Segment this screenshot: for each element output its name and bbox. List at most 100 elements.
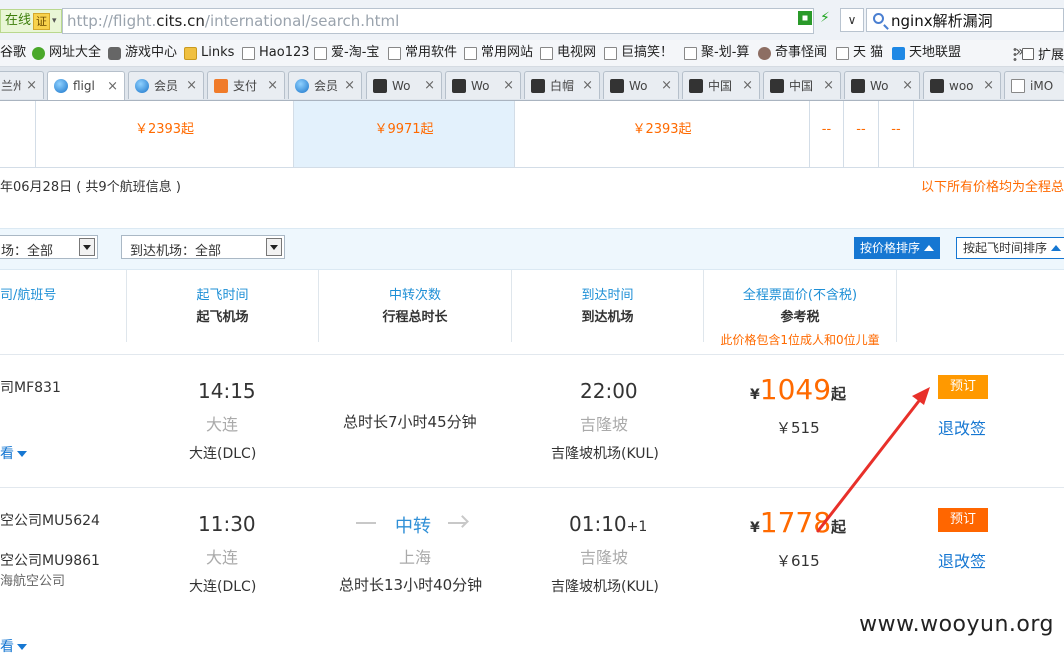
bookmark-item[interactable]: 常用软件 [388,44,457,62]
site-icon [32,46,45,60]
search-input[interactable]: nginx解析漏洞 [866,8,1064,32]
extensions-button[interactable]: 扩展 [1011,44,1064,63]
bookmark-item[interactable]: 常用网站 [464,44,533,62]
refund-change-link[interactable]: 退改签 [938,548,986,572]
close-icon[interactable]: × [424,78,435,93]
sort-by-price-button[interactable]: 按价格排序 [854,237,941,259]
tab[interactable]: 中国 × [682,71,760,99]
price-note: 以下所有价格均为全程总 [920,180,1064,195]
depart-city: 大连 [206,415,239,434]
price-cell[interactable]: -- [810,101,844,167]
page-icon [836,46,849,60]
close-icon[interactable]: × [107,79,118,94]
bookmark-item[interactable]: Links [184,44,234,62]
tab[interactable]: 兰州× [0,71,44,99]
folder-icon [184,46,197,60]
arrive-airport: 吉隆坡机场(KUL) [551,446,659,462]
tab[interactable]: Wo × [366,71,442,99]
bookmark-item[interactable]: 爱-淘-宝 [314,44,379,62]
price-cell[interactable]: -- [879,101,914,167]
price-cell[interactable]: ￥2393起 [515,101,810,167]
tab[interactable]: Wo × [445,71,521,99]
book-button[interactable]: 预订 [938,375,988,399]
page-icon [464,46,477,60]
bookmark-item[interactable]: 网址大全 [32,44,101,62]
bookmarks-bar: 谷歌 网址大全 游戏中心 Links Hao123 爱-淘-宝 常用软件 常用网… [0,40,1064,67]
tab[interactable]: 白帽 × [524,71,600,99]
url-dropdown-button[interactable]: ∨ [840,8,864,32]
bookmark-item[interactable]: Hao123 [242,44,310,62]
close-icon[interactable]: × [186,78,197,93]
bookmark-item[interactable]: 天 猫 [836,44,883,62]
price-cell-selected[interactable]: ￥9971起 [294,101,515,167]
wooyun-icon [930,78,944,93]
arrive-time: 22:00 [580,379,638,403]
transfer-city: 上海 [399,548,432,567]
url-action-icons: ⚡ [798,10,830,26]
trip-duration: 总时长13小时40分钟 [339,576,483,594]
bookmark-item[interactable]: 谷歌 [0,44,26,62]
close-icon[interactable]: × [823,78,834,93]
bookmark-item[interactable]: 奇事怪闻 [758,44,827,62]
operating-airline: 海航空公司 [0,574,66,589]
flight-detail-toggle[interactable]: 看 [0,443,27,463]
wooyun-icon [452,78,466,93]
address-bar-area: 在线 证 ▾ http://flight.cits.cn/internation… [0,0,1064,41]
arrive-city: 吉隆坡 [580,548,629,567]
tab[interactable]: Wo × [844,71,920,99]
depart-airport: 大连(DLC) [189,446,257,462]
certificate-icon: 证 [33,12,51,30]
close-icon[interactable]: × [902,78,913,93]
wooyun-icon [531,78,545,93]
book-button[interactable]: 预订 [938,508,988,532]
close-icon[interactable]: × [661,78,672,93]
close-icon[interactable]: × [983,78,994,93]
close-icon[interactable]: × [742,78,753,93]
online-status-button[interactable]: 在线 证 ▾ [0,9,62,33]
globe-icon [54,79,68,93]
bookmark-item[interactable]: 巨搞笑！ [604,44,673,62]
table-row: 司MF831 看 14:15 大连 大连(DLC) 总时长7小时45分钟 22:… [0,355,1064,488]
search-icon [873,13,884,24]
header-transfer: 中转次数 行程总时长 [319,270,512,342]
header-departure: 起飞时间 起飞机场 [127,270,319,342]
lightning-icon[interactable]: ⚡ [820,10,830,26]
close-icon[interactable]: × [503,78,514,93]
close-icon[interactable]: × [267,78,278,93]
close-icon[interactable]: × [344,78,355,93]
tab[interactable]: 中国 × [763,71,841,99]
tab[interactable]: iMO [1004,71,1064,99]
tab[interactable]: 会员 × [128,71,204,99]
tab-bar: 兰州× fligl× 会员× 支付× 会员× Wo× Wo× 白帽× Wo× 中… [0,67,1064,101]
tab[interactable]: 支付 × [207,71,285,99]
price-cell[interactable]: -- [844,101,879,167]
flight-detail-toggle[interactable]: 看 [0,636,27,656]
flight-number: 司MF831 [0,380,61,396]
sort-by-time-button[interactable]: 按起飞时间排序 [956,237,1064,259]
bookmark-item[interactable]: 电视网 [540,44,596,62]
bookmark-item[interactable]: 天地联盟 [892,44,961,62]
bookmark-item[interactable]: 游戏中心 [108,44,177,62]
arrow-right-icon [448,522,466,524]
tab[interactable]: woo × [923,71,1001,99]
price-cell[interactable]: ￥2393起 [36,101,294,167]
departure-airport-select[interactable]: 场：全部 [0,235,98,259]
bookmark-item[interactable]: 聚-划-算 [684,44,749,62]
arrival-airport-select[interactable]: 到达机场：全部 [121,235,285,259]
close-icon[interactable]: × [26,78,37,93]
close-icon[interactable]: × [582,78,593,93]
tab-active[interactable]: fligl × [47,71,125,100]
page-icon [604,46,617,60]
tab[interactable]: Wo × [603,71,679,99]
price-calendar-strip: ￥2393起 ￥9971起 ￥2393起 -- -- -- [0,101,1064,168]
shield-icon [214,78,228,93]
results-table-header: 司/航班号 起飞时间 起飞机场 中转次数 行程总时长 到达时间 到达机场 全程票… [0,270,1064,355]
filter-bar: 场：全部 到达机场：全部 按价格排序 按起飞时间排序 [0,228,1064,270]
url-text: http://flight.cits.cn/international/sear… [67,12,400,30]
wooyun-icon [373,78,387,93]
refund-change-link[interactable]: 退改签 [938,415,986,439]
url-input[interactable]: http://flight.cits.cn/international/sear… [62,8,814,34]
tab[interactable]: 会员 × [288,71,362,99]
wooyun-icon [689,78,703,93]
qr-code-icon[interactable] [798,11,812,25]
